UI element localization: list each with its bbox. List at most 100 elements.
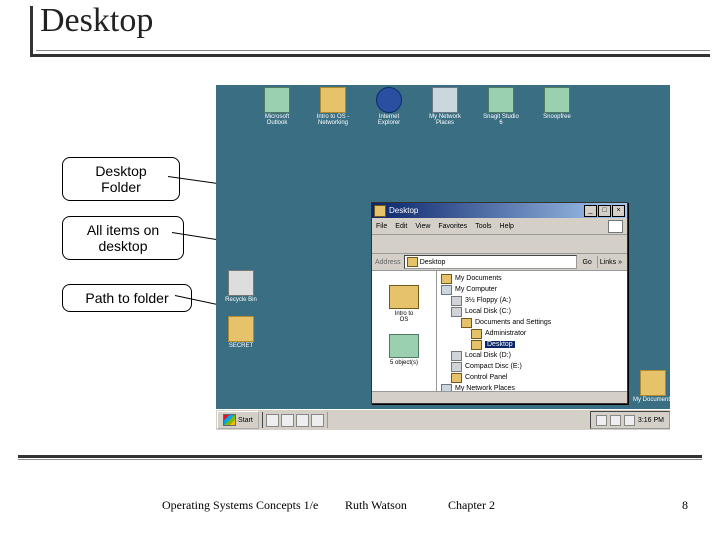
menu-item[interactable]: Help bbox=[500, 223, 514, 230]
folder-icon bbox=[471, 329, 482, 339]
title-decoration-horizontal bbox=[30, 54, 710, 57]
links-button[interactable]: Links » bbox=[597, 256, 624, 268]
toolbar bbox=[372, 235, 627, 254]
menu-bar: File Edit View Favorites Tools Help bbox=[372, 218, 627, 235]
folder-icon bbox=[640, 370, 666, 396]
address-field[interactable]: Desktop bbox=[404, 255, 578, 269]
desktop-icon[interactable]: My Network Places bbox=[422, 87, 468, 127]
tree-item[interactable]: 3½ Floppy (A:) bbox=[451, 295, 627, 306]
quick-launch-icon[interactable] bbox=[311, 414, 324, 427]
icon-label: Recycle Bin bbox=[218, 297, 264, 303]
tray-icon[interactable] bbox=[596, 415, 607, 426]
icon-label: My Documents bbox=[630, 397, 676, 403]
app-icon bbox=[389, 334, 419, 358]
ie-logo-icon bbox=[608, 220, 623, 233]
app-icon bbox=[544, 87, 570, 113]
folder-icon bbox=[461, 318, 472, 328]
desktop-icon[interactable]: Snagit Studio 6 bbox=[478, 87, 524, 127]
page-number: 8 bbox=[682, 498, 688, 513]
tree-item-label: Local Disk (C:) bbox=[465, 308, 511, 315]
tree-item[interactable]: Administrator bbox=[471, 328, 627, 339]
go-button[interactable]: Go bbox=[580, 259, 593, 266]
taskbar: Start 3:16 PM bbox=[216, 409, 670, 430]
tree-item[interactable]: Documents and Settings bbox=[461, 317, 627, 328]
close-button[interactable]: × bbox=[612, 205, 625, 217]
callout-label: Desktop Folder bbox=[95, 163, 146, 195]
slide-decoration-line bbox=[18, 455, 702, 458]
folder-icon bbox=[471, 340, 482, 350]
explorer-tree-pane[interactable]: My Documents My Computer 3½ Floppy (A:) Loc… bbox=[437, 271, 627, 391]
address-bar: Address Desktop Go Links » bbox=[372, 254, 627, 271]
folder-icon bbox=[441, 274, 452, 284]
icon-label: Snagit Studio 6 bbox=[478, 114, 524, 127]
folder-icon bbox=[320, 87, 346, 113]
slide-title: Desktop bbox=[40, 2, 153, 40]
tree-item-label: Administrator bbox=[485, 330, 526, 337]
tree-item[interactable]: My Network Places bbox=[441, 383, 627, 391]
footer-center: Ruth Watson bbox=[345, 498, 407, 513]
tree-item[interactable]: My Computer bbox=[441, 284, 627, 295]
app-icon bbox=[488, 87, 514, 113]
callout-desktop-folder: Desktop Folder bbox=[62, 157, 180, 201]
drive-icon bbox=[451, 307, 462, 317]
tray-icon[interactable] bbox=[610, 415, 621, 426]
maximize-button[interactable]: □ bbox=[598, 205, 611, 217]
slide-title-area: Desktop bbox=[18, 2, 702, 60]
callout-label: Path to folder bbox=[85, 290, 168, 306]
tree-item[interactable]: Compact Disc (E:) bbox=[451, 361, 627, 372]
icon-label: Microsoft Outlook bbox=[254, 114, 300, 127]
quick-launch-icon[interactable] bbox=[296, 414, 309, 427]
desktop-icon[interactable]: Internet Explorer bbox=[366, 87, 412, 127]
window-title: Desktop bbox=[389, 206, 418, 215]
tray-icon[interactable] bbox=[624, 415, 635, 426]
pane-caption: Intro to OS bbox=[372, 311, 436, 324]
tree-item[interactable]: My Documents bbox=[441, 273, 627, 284]
folder-icon bbox=[451, 373, 462, 383]
icon-label: Snoopfree bbox=[534, 114, 580, 120]
desktop-icon[interactable]: SECRET bbox=[218, 316, 264, 349]
title-decoration-thin bbox=[36, 50, 710, 51]
menu-item[interactable]: Edit bbox=[395, 223, 407, 230]
drive-icon bbox=[451, 296, 462, 306]
status-bar bbox=[372, 391, 627, 405]
desktop-icon[interactable]: Recycle Bin bbox=[218, 270, 264, 303]
window-titlebar[interactable]: Desktop _ □ × bbox=[372, 203, 627, 218]
windows-logo-icon bbox=[223, 414, 236, 426]
tree-item-label: Control Panel bbox=[465, 374, 507, 381]
menu-item[interactable]: Favorites bbox=[438, 223, 467, 230]
menu-item[interactable]: View bbox=[415, 223, 430, 230]
menu-item[interactable]: File bbox=[376, 223, 387, 230]
tree-item-label: 3½ Floppy (A:) bbox=[465, 297, 511, 304]
icon-label: SECRET bbox=[218, 343, 264, 349]
quick-launch-icon[interactable] bbox=[266, 414, 279, 427]
desktop-icon[interactable]: My Documents bbox=[630, 370, 676, 403]
drive-icon bbox=[451, 362, 462, 372]
tree-item[interactable]: Local Disk (C:) bbox=[451, 306, 627, 317]
window-controls: _ □ × bbox=[584, 205, 625, 217]
slide-decoration-thin bbox=[18, 459, 702, 460]
pane-caption: 5 object(s) bbox=[372, 360, 436, 366]
tree-item-label: Local Disk (D:) bbox=[465, 352, 511, 359]
tree-item-label: Documents and Settings bbox=[475, 319, 551, 326]
tree-item-label: My Computer bbox=[455, 286, 497, 293]
callout-label: All items on desktop bbox=[87, 222, 159, 254]
folder-icon bbox=[374, 205, 386, 217]
footer-left: Operating Systems Concepts 1/e bbox=[162, 498, 318, 513]
tree-item-label: My Documents bbox=[455, 275, 502, 282]
start-label: Start bbox=[238, 417, 253, 424]
menu-item[interactable]: Tools bbox=[475, 223, 491, 230]
start-button[interactable]: Start bbox=[217, 411, 259, 429]
tree-item[interactable]: Local Disk (D:) bbox=[451, 350, 627, 361]
desktop-icon[interactable]: Microsoft Outlook bbox=[254, 87, 300, 127]
explorer-web-pane: Intro to OS 5 object(s) bbox=[372, 271, 437, 391]
tree-item[interactable]: Desktop bbox=[471, 339, 627, 350]
comp-icon bbox=[441, 285, 452, 295]
quick-launch-icon[interactable] bbox=[281, 414, 294, 427]
desktop-icon[interactable]: Snoopfree bbox=[534, 87, 580, 120]
desktop-icon[interactable]: Intro to OS - Networking bbox=[310, 87, 356, 127]
tree-item[interactable]: Control Panel bbox=[451, 372, 627, 383]
quick-launch bbox=[262, 412, 328, 428]
tree-item-label: Compact Disc (E:) bbox=[465, 363, 522, 370]
minimize-button[interactable]: _ bbox=[584, 205, 597, 217]
explorer-window[interactable]: Desktop _ □ × File Edit View Favorites Tools… bbox=[371, 202, 628, 404]
